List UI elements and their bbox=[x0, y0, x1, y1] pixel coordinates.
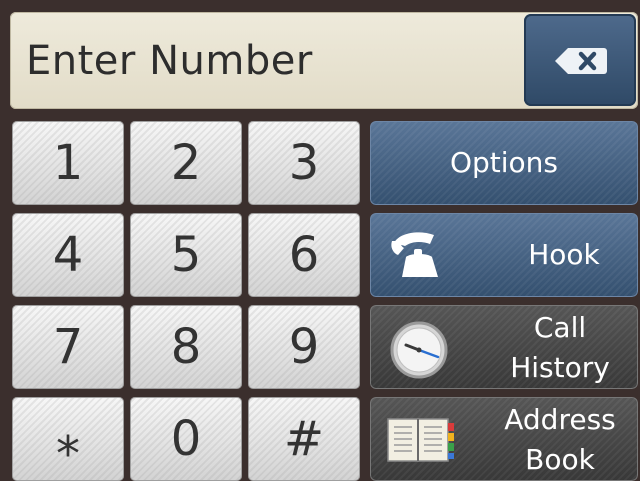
phone-handset-icon bbox=[391, 232, 438, 277]
key-label: 5 bbox=[170, 227, 202, 283]
backspace-icon bbox=[555, 48, 607, 74]
key-label: 8 bbox=[170, 319, 202, 375]
call-history-line2: History bbox=[510, 351, 610, 384]
options-button[interactable]: Options bbox=[370, 121, 638, 205]
key-9[interactable]: 9 bbox=[248, 305, 360, 389]
call-history-line1: Call bbox=[533, 311, 587, 344]
key-label: 4 bbox=[52, 227, 84, 283]
key-1[interactable]: 1 bbox=[12, 121, 124, 205]
key-label: 2 bbox=[170, 135, 202, 191]
key-3[interactable]: 3 bbox=[248, 121, 360, 205]
number-display-text: Enter Number bbox=[26, 38, 313, 84]
hook-button[interactable]: Hook bbox=[370, 213, 638, 297]
key-2[interactable]: 2 bbox=[130, 121, 242, 205]
address-book-button[interactable]: Address Book bbox=[370, 397, 638, 481]
fax-dial-screen: Enter Number 1 2 3 4 5 6 7 8 9 ⁎ 0 # Opt… bbox=[0, 0, 640, 481]
key-label: 7 bbox=[52, 319, 84, 375]
key-label: 0 bbox=[170, 411, 202, 467]
key-0[interactable]: 0 bbox=[130, 397, 242, 481]
key-star[interactable]: ⁎ bbox=[12, 397, 124, 481]
key-5[interactable]: 5 bbox=[130, 213, 242, 297]
key-label: 6 bbox=[288, 227, 320, 283]
address-book-line1: Address bbox=[504, 403, 616, 436]
key-label: 1 bbox=[52, 135, 84, 191]
clock-icon bbox=[390, 321, 448, 379]
call-history-button[interactable]: Call History bbox=[370, 305, 638, 389]
key-label: 9 bbox=[288, 319, 320, 375]
options-label: Options bbox=[449, 146, 559, 179]
key-7[interactable]: 7 bbox=[12, 305, 124, 389]
address-book-icon bbox=[387, 418, 454, 462]
key-label: ⁎ bbox=[56, 411, 80, 467]
address-book-line2: Book bbox=[525, 443, 595, 476]
hook-label: Hook bbox=[528, 238, 600, 271]
key-8[interactable]: 8 bbox=[130, 305, 242, 389]
key-6[interactable]: 6 bbox=[248, 213, 360, 297]
backspace-button[interactable] bbox=[524, 14, 636, 106]
key-label: # bbox=[283, 411, 325, 467]
key-label: 3 bbox=[288, 135, 320, 191]
key-4[interactable]: 4 bbox=[12, 213, 124, 297]
key-hash[interactable]: # bbox=[248, 397, 360, 481]
